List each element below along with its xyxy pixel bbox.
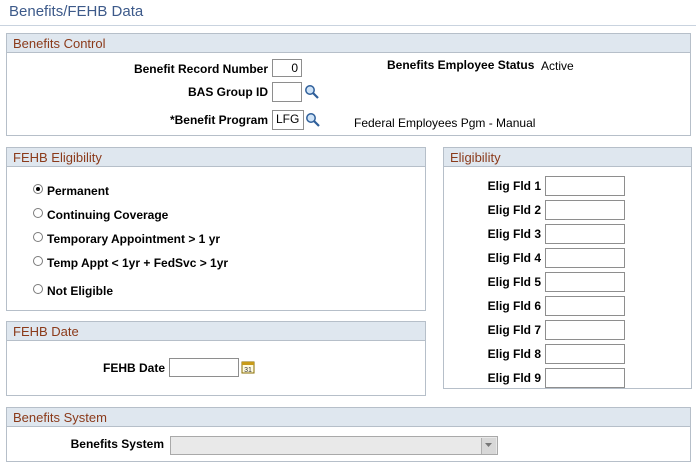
benefit-program-label: *Benefit Program	[169, 113, 268, 127]
benefits-control-group: Benefits Control Benefit Record Number 0…	[6, 33, 691, 136]
fehb-date-field[interactable]	[169, 358, 239, 377]
radio-temp-appt-fedsvc[interactable]	[33, 256, 43, 266]
radio-temporary-appointment[interactable]	[33, 232, 43, 242]
benefits-employee-status-label: Benefits Employee Status	[387, 58, 535, 72]
fehb-date-label: FEHB Date	[102, 361, 165, 375]
elig-fld-2-field[interactable]	[545, 200, 625, 220]
elig-fld-8-field[interactable]	[545, 344, 625, 364]
title-divider	[0, 25, 696, 26]
benefit-program-description: Federal Employees Pgm - Manual	[354, 116, 536, 130]
eligibility-header: Eligibility	[444, 148, 691, 167]
elig-fld-8-label: Elig Fld 8	[487, 347, 541, 361]
elig-fld-3-label: Elig Fld 3	[487, 227, 541, 241]
elig-fld-6-field[interactable]	[545, 296, 625, 316]
benefits-system-label: Benefits System	[70, 437, 164, 451]
elig-fld-9-label: Elig Fld 9	[487, 371, 541, 385]
calendar-icon[interactable]: 31	[241, 360, 257, 376]
radio-continuing-coverage[interactable]	[33, 208, 43, 218]
fehb-date-group: FEHB Date FEHB Date 31	[6, 321, 426, 396]
chevron-down-icon[interactable]	[481, 438, 496, 454]
bas-group-id-field[interactable]	[272, 82, 302, 102]
elig-fld-1-label: Elig Fld 1	[487, 179, 541, 193]
elig-fld-7-field[interactable]	[545, 320, 625, 340]
radio-not-eligible[interactable]	[33, 284, 43, 294]
benefit-program-lookup-icon[interactable]	[305, 112, 321, 128]
benefits-system-group: Benefits System Benefits System	[6, 407, 691, 462]
elig-fld-5-field[interactable]	[545, 272, 625, 292]
fehb-date-header: FEHB Date	[7, 322, 425, 341]
radio-label-temp-appt-fedsvc[interactable]: Temp Appt < 1yr + FedSvc > 1yr	[47, 256, 228, 270]
radio-label-permanent[interactable]: Permanent	[47, 184, 109, 198]
benefits-system-value	[171, 437, 174, 451]
fehb-eligibility-group: FEHB Eligibility Permanent Continuing Co…	[6, 147, 426, 311]
benefits-control-header: Benefits Control	[7, 34, 690, 53]
elig-fld-3-field[interactable]	[545, 224, 625, 244]
page-title: Benefits/FEHB Data	[9, 3, 144, 20]
elig-fld-4-field[interactable]	[545, 248, 625, 268]
elig-fld-7-label: Elig Fld 7	[487, 323, 541, 337]
radio-label-continuing-coverage[interactable]: Continuing Coverage	[47, 208, 168, 222]
radio-label-temporary-appointment[interactable]: Temporary Appointment > 1 yr	[47, 232, 220, 246]
benefit-record-number-label: Benefit Record Number	[133, 62, 268, 76]
benefits-system-select[interactable]	[170, 436, 498, 455]
elig-fld-2-label: Elig Fld 2	[487, 203, 541, 217]
benefit-record-number-field[interactable]: 0	[272, 59, 302, 77]
elig-fld-5-label: Elig Fld 5	[487, 275, 541, 289]
radio-permanent[interactable]	[33, 184, 43, 194]
fehb-eligibility-header: FEHB Eligibility	[7, 148, 425, 167]
svg-text:31: 31	[244, 367, 252, 374]
benefits-employee-status-value: Active	[541, 59, 574, 73]
benefit-program-field[interactable]: LFG	[272, 110, 304, 130]
bas-group-lookup-icon[interactable]	[304, 84, 320, 100]
bas-group-id-label: BAS Group ID	[188, 85, 268, 99]
radio-label-not-eligible[interactable]: Not Eligible	[47, 284, 113, 298]
elig-fld-6-label: Elig Fld 6	[487, 299, 541, 313]
elig-fld-4-label: Elig Fld 4	[487, 251, 541, 265]
elig-fld-9-field[interactable]	[545, 368, 625, 388]
benefits-system-header: Benefits System	[7, 408, 690, 427]
elig-fld-1-field[interactable]	[545, 176, 625, 196]
